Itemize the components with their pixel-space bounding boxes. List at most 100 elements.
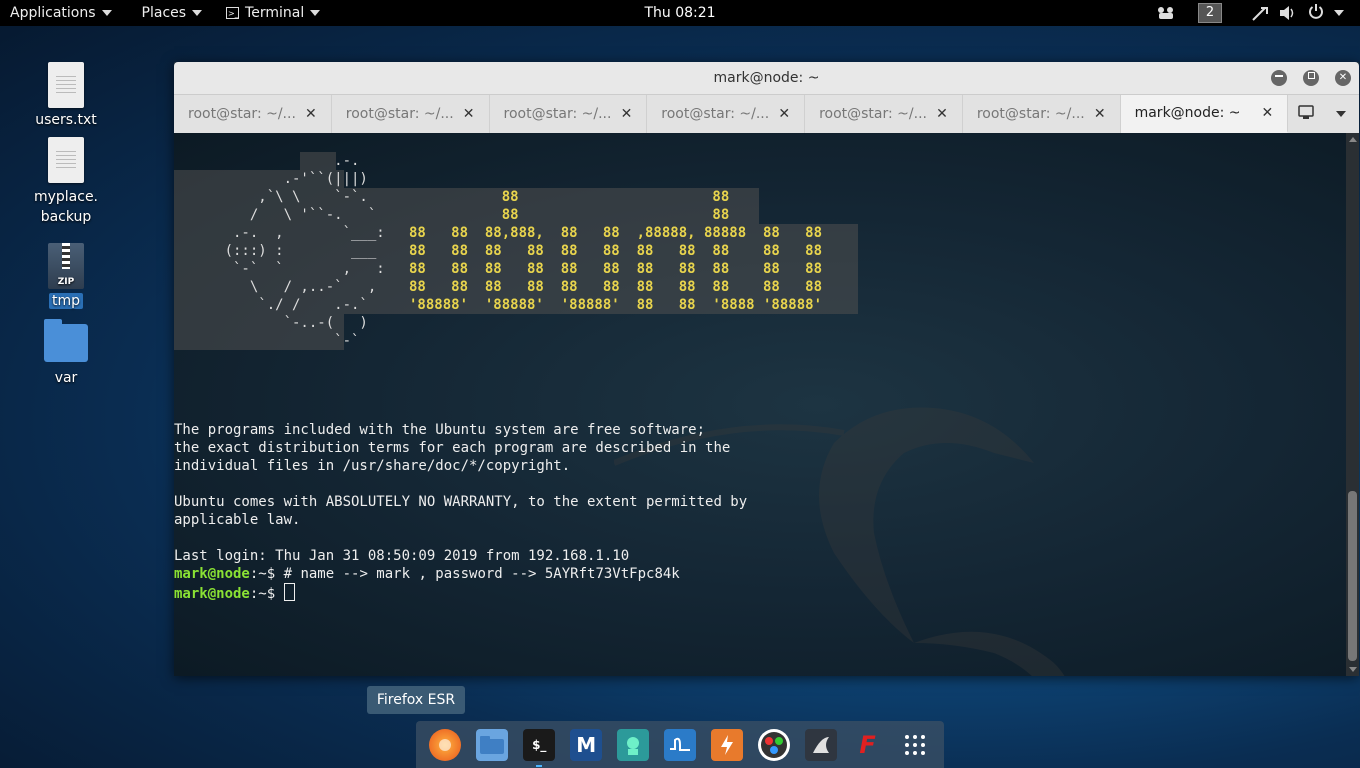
- tab-label: root@star: ~/...: [345, 106, 454, 122]
- tab-mark-node[interactable]: mark@node: ~ ✕: [1120, 95, 1289, 133]
- chevron-down-icon: [192, 10, 203, 16]
- places-menu[interactable]: Places: [122, 0, 213, 26]
- tab-label: root@star: ~/...: [661, 106, 770, 122]
- chevron-down-icon: [310, 10, 321, 16]
- places-label: Places: [141, 5, 187, 21]
- text-file-icon: [48, 62, 84, 108]
- window-titlebar[interactable]: mark@node: ~ ✕: [174, 62, 1359, 95]
- ascii-logo: .-. .-'``(|||) ,`\ \ `-`. / \ '``-. ` .-…: [224, 153, 385, 349]
- tab-label: root@star: ~/...: [976, 106, 1085, 122]
- show-apps-icon[interactable]: [899, 729, 931, 761]
- desktop-icon-tmp[interactable]: ZIP tmp: [21, 243, 111, 309]
- close-tab-icon[interactable]: ✕: [621, 106, 633, 122]
- tab-root-star-5[interactable]: root@star: ~/... ✕: [805, 95, 963, 133]
- clock[interactable]: Thu 08:21: [644, 5, 715, 21]
- new-tab-button[interactable]: [1288, 95, 1323, 133]
- current-prompt-line: mark@node:~$: [174, 583, 747, 603]
- burpsuite-icon[interactable]: [710, 728, 743, 761]
- tab-label: root@star: ~/...: [503, 106, 612, 122]
- applications-menu[interactable]: Applications: [0, 0, 122, 26]
- close-icon: ✕: [1338, 72, 1348, 83]
- desktop-icon-var[interactable]: var: [21, 319, 111, 386]
- terminal-menu-label: Terminal: [245, 5, 305, 21]
- close-tab-icon[interactable]: ✕: [305, 106, 317, 122]
- minimize-icon: [1275, 74, 1283, 77]
- terminal-window: mark@node: ~ ✕ root@star: ~/... ✕ root@st…: [174, 62, 1359, 676]
- scroll-down-icon[interactable]: [1349, 667, 1357, 672]
- last-login-line: Last login: Thu Jan 31 08:50:09 2019 fro…: [174, 548, 630, 564]
- terminal-small-icon: >_: [226, 7, 240, 19]
- motd-line: the exact distribution terms for each pr…: [174, 440, 731, 456]
- network-icon[interactable]: [1251, 0, 1269, 26]
- text-cursor: [283, 583, 295, 601]
- top-panel: Applications Places >_ Terminal Thu 08:2…: [0, 0, 1360, 26]
- metasploit-icon[interactable]: M: [570, 728, 603, 761]
- close-tab-icon[interactable]: ✕: [936, 106, 948, 122]
- folder-icon: [44, 319, 88, 362]
- desktop-icon-label: users.txt: [35, 112, 97, 128]
- prompt-user: mark@node: [174, 586, 250, 602]
- tabs-menu-button[interactable]: [1324, 95, 1359, 133]
- dock-tooltip: Firefox ESR: [367, 686, 465, 714]
- scrollbar-thumb[interactable]: [1348, 491, 1357, 661]
- wireshark-icon[interactable]: [663, 728, 696, 761]
- ascii-banner: 88 88 88 88 88 88 88,888, 88 88 ,88888, …: [409, 189, 823, 313]
- workspace-indicator[interactable]: 2: [1198, 3, 1222, 23]
- close-tab-icon[interactable]: ✕: [1094, 106, 1106, 122]
- tab-root-star-6[interactable]: root@star: ~/... ✕: [963, 95, 1121, 133]
- terminal-output[interactable]: .-. .-'``(|||) ,`\ \ `-`. / \ '``-. ` .-…: [174, 133, 1346, 676]
- desktop-icon-label: var: [54, 370, 78, 386]
- scroll-up-icon[interactable]: [1349, 137, 1357, 142]
- tab-label: root@star: ~/...: [819, 106, 927, 122]
- terminal-scrollbar[interactable]: [1346, 133, 1359, 676]
- motd-line: individual files in /usr/share/doc/*/cop…: [174, 458, 571, 474]
- motd-line: The programs included with the Ubuntu sy…: [174, 422, 706, 438]
- kali-tools-icon[interactable]: [804, 728, 837, 761]
- volume-icon[interactable]: [1279, 0, 1297, 26]
- terminal-text: The programs included with the Ubuntu sy…: [174, 421, 747, 603]
- dock: $_ M F: [416, 721, 944, 768]
- firefox-icon[interactable]: [429, 728, 462, 761]
- chevron-down-icon: [1336, 111, 1347, 117]
- prompt-user: mark@node: [174, 566, 250, 582]
- desktop-icon-users-txt[interactable]: users.txt: [21, 62, 111, 128]
- prompt-path: :~$: [249, 566, 276, 582]
- files-icon[interactable]: [476, 728, 509, 761]
- close-tab-icon[interactable]: ✕: [778, 106, 790, 122]
- chevron-down-icon: [101, 10, 112, 16]
- command-input[interactable]: [275, 586, 283, 602]
- desktop-icon-label: myplace. backup: [33, 189, 99, 225]
- tab-label: root@star: ~/...: [188, 106, 296, 122]
- chevron-down-icon: [1334, 10, 1344, 16]
- prompt-path: :~$: [249, 586, 276, 602]
- zip-archive-icon: ZIP: [48, 243, 84, 289]
- terminal-icon[interactable]: $_: [523, 728, 556, 767]
- maximize-button[interactable]: [1303, 70, 1319, 86]
- applications-label: Applications: [10, 5, 96, 21]
- minimize-button[interactable]: [1271, 70, 1287, 86]
- close-tab-icon[interactable]: ✕: [463, 106, 475, 122]
- command-text: # name --> mark , password --> 5AYRft73V…: [275, 566, 680, 582]
- terminal-app-menu[interactable]: >_ Terminal: [212, 0, 330, 26]
- power-menu[interactable]: [1308, 0, 1344, 26]
- close-window-button[interactable]: ✕: [1335, 70, 1351, 86]
- power-icon: [1308, 3, 1324, 23]
- motd-line: Ubuntu comes with ABSOLUTELY NO WARRANTY…: [174, 494, 748, 510]
- accessibility-icon[interactable]: [1156, 0, 1176, 26]
- tab-label: mark@node: ~: [1134, 105, 1241, 121]
- tab-root-star-1[interactable]: root@star: ~/... ✕: [174, 95, 332, 133]
- maltego-icon[interactable]: [757, 728, 790, 761]
- armitage-icon[interactable]: [617, 728, 650, 761]
- desktop-icon-myplace-backup[interactable]: myplace. backup: [21, 137, 111, 227]
- maximize-icon: [1307, 72, 1315, 79]
- tab-root-star-2[interactable]: root@star: ~/... ✕: [332, 95, 490, 133]
- tab-root-star-4[interactable]: root@star: ~/... ✕: [647, 95, 806, 133]
- command-line: mark@node:~$ # name --> mark , password …: [174, 565, 747, 583]
- close-tab-icon[interactable]: ✕: [1261, 105, 1273, 121]
- terminal-add-icon: [1297, 104, 1315, 124]
- tab-bar: root@star: ~/... ✕ root@star: ~/... ✕ root…: [174, 95, 1359, 134]
- faraday-icon[interactable]: F: [852, 729, 884, 761]
- motd-line: applicable law.: [174, 512, 301, 528]
- file-icon: [48, 137, 84, 183]
- tab-root-star-3[interactable]: root@star: ~/... ✕: [490, 95, 648, 133]
